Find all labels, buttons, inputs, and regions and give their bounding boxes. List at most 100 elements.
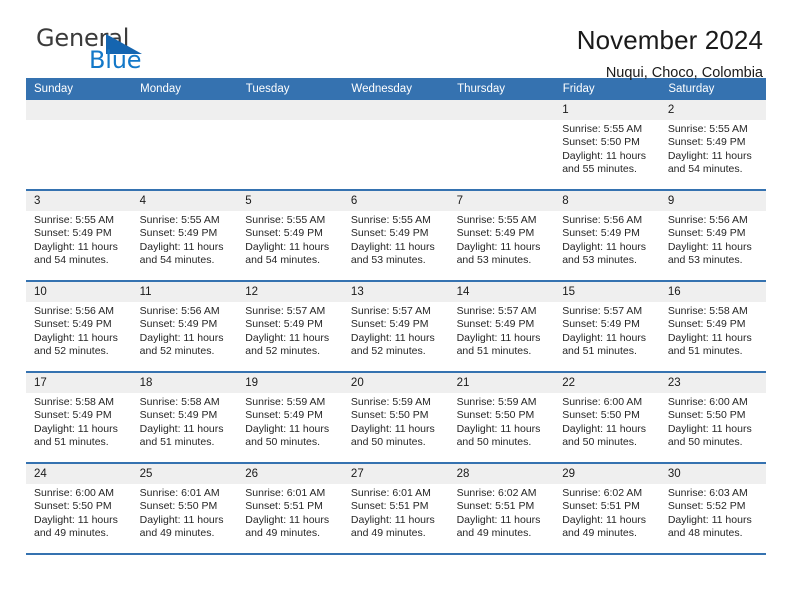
calendar-day-cell[interactable]: 16 Sunrise: 5:58 AM Sunset: 5:49 PM Dayligh… xyxy=(659,281,766,373)
day-sun-info: Sunrise: 5:59 AM Sunset: 5:49 PM Daylight:… xyxy=(237,393,343,450)
day-number: 24 xyxy=(26,464,132,484)
calendar-day-cell[interactable]: 6 Sunrise: 5:55 AM Sunset: 5:49 PM Daylight… xyxy=(342,190,449,282)
day-cell-inner: 1 Sunrise: 5:55 AM Sunset: 5:50 PM Daylight… xyxy=(554,100,660,189)
calendar-day-cell[interactable]: 23 Sunrise: 6:00 AM Sunset: 5:50 PM Dayligh… xyxy=(659,372,766,464)
day-number: 19 xyxy=(237,373,343,393)
day-number: 2 xyxy=(659,100,766,120)
sunrise-text: Sunrise: 5:55 AM xyxy=(34,214,114,226)
calendar-day-cell[interactable]: 24 Sunrise: 6:00 AM Sunset: 5:50 PM Dayligh… xyxy=(26,463,132,555)
daylight-text-line2: and 52 minutes. xyxy=(34,345,109,358)
calendar-day-cell[interactable]: 17 Sunrise: 5:58 AM Sunset: 5:49 PM Dayligh… xyxy=(26,372,132,464)
day-cell-inner: 17 Sunrise: 5:58 AM Sunset: 5:49 PM Dayligh… xyxy=(26,373,132,462)
sunrise-text: Sunrise: 5:58 AM xyxy=(667,305,748,317)
daylight-text-line2: and 49 minutes. xyxy=(139,527,215,540)
daylight-text-line2: and 52 minutes. xyxy=(350,345,426,358)
daylight-text-line1: Daylight: 11 hours xyxy=(245,331,330,344)
calendar-week-row: 1 Sunrise: 5:55 AM Sunset: 5:50 PM Daylight… xyxy=(26,100,766,191)
calendar-day-cell[interactable]: 13 Sunrise: 5:57 AM Sunset: 5:49 PM Dayligh… xyxy=(342,281,449,373)
day-cell-inner: 11 Sunrise: 5:56 AM Sunset: 5:49 PM Dayligh… xyxy=(131,282,238,371)
calendar-day-cell[interactable]: 15 Sunrise: 5:57 AM Sunset: 5:49 PM Dayligh… xyxy=(554,281,660,373)
calendar-day-cell[interactable]: 7 Sunrise: 5:55 AM Sunset: 5:49 PM Daylight… xyxy=(448,190,555,282)
day-sun-info: Sunrise: 5:59 AM Sunset: 5:50 PM Daylight:… xyxy=(343,393,449,450)
day-sun-info: Sunrise: 6:02 AM Sunset: 5:51 PM Daylight:… xyxy=(554,484,660,541)
day-cell-inner: 19 Sunrise: 5:59 AM Sunset: 5:49 PM Dayligh… xyxy=(237,373,343,462)
daylight-text-line1: Daylight: 11 hours xyxy=(562,240,647,253)
daylight-text-line1: Daylight: 11 hours xyxy=(456,331,541,344)
calendar-day-cell[interactable]: 22 Sunrise: 6:00 AM Sunset: 5:50 PM Dayligh… xyxy=(554,372,660,464)
calendar-week-row: 17 Sunrise: 5:58 AM Sunset: 5:49 PM Dayligh… xyxy=(26,372,766,464)
day-cell-inner: 8 Sunrise: 5:56 AM Sunset: 5:49 PM Daylight… xyxy=(554,191,660,280)
day-sun-info: Sunrise: 5:55 AM Sunset: 5:49 PM Daylight:… xyxy=(660,120,766,177)
day-cell-inner: 24 Sunrise: 6:00 AM Sunset: 5:50 PM Dayligh… xyxy=(26,464,132,553)
sunset-text: Sunset: 5:49 PM xyxy=(34,409,112,422)
day-number: 23 xyxy=(659,373,766,393)
sunrise-text: Sunrise: 5:56 AM xyxy=(34,305,114,317)
day-sun-info: Sunrise: 6:01 AM Sunset: 5:51 PM Daylight:… xyxy=(237,484,343,541)
calendar-day-cell xyxy=(342,100,449,191)
day-sun-info: Sunrise: 5:56 AM Sunset: 5:49 PM Daylight:… xyxy=(26,302,132,359)
day-number: 25 xyxy=(131,464,238,484)
daylight-text-line2: and 49 minutes. xyxy=(34,527,109,540)
sunset-text: Sunset: 5:49 PM xyxy=(245,227,323,240)
calendar-day-cell[interactable]: 20 Sunrise: 5:59 AM Sunset: 5:50 PM Dayligh… xyxy=(342,372,449,464)
day-number xyxy=(237,100,343,120)
sunrise-text: Sunrise: 5:59 AM xyxy=(456,396,537,408)
calendar-day-cell[interactable]: 21 Sunrise: 5:59 AM Sunset: 5:50 PM Dayligh… xyxy=(448,372,555,464)
day-number: 10 xyxy=(26,282,132,302)
calendar-week-row: 3 Sunrise: 5:55 AM Sunset: 5:49 PM Daylight… xyxy=(26,190,766,282)
day-number xyxy=(131,100,238,120)
calendar-day-cell[interactable]: 9 Sunrise: 5:56 AM Sunset: 5:49 PM Daylight… xyxy=(659,190,766,282)
daylight-text-line1: Daylight: 11 hours xyxy=(34,513,118,526)
calendar-day-cell[interactable]: 8 Sunrise: 5:56 AM Sunset: 5:49 PM Daylight… xyxy=(554,190,660,282)
day-cell-inner: 5 Sunrise: 5:55 AM Sunset: 5:49 PM Daylight… xyxy=(237,191,343,280)
calendar-day-cell[interactable]: 29 Sunrise: 6:02 AM Sunset: 5:51 PM Dayligh… xyxy=(554,463,660,555)
day-cell-inner: 28 Sunrise: 6:02 AM Sunset: 5:51 PM Dayligh… xyxy=(448,464,555,553)
brand-logo[interactable]: General Blue xyxy=(26,26,176,74)
sunset-text: Sunset: 5:49 PM xyxy=(139,318,218,331)
calendar-day-cell[interactable]: 28 Sunrise: 6:02 AM Sunset: 5:51 PM Dayligh… xyxy=(448,463,555,555)
day-cell-inner: 26 Sunrise: 6:01 AM Sunset: 5:51 PM Dayligh… xyxy=(237,464,343,553)
sunrise-text: Sunrise: 6:02 AM xyxy=(456,487,537,499)
calendar-day-cell[interactable]: 3 Sunrise: 5:55 AM Sunset: 5:49 PM Daylight… xyxy=(26,190,132,282)
daylight-text-line1: Daylight: 11 hours xyxy=(139,513,224,526)
weekday-header-monday: Monday xyxy=(131,78,238,100)
day-number xyxy=(342,100,449,120)
day-sun-info: Sunrise: 6:00 AM Sunset: 5:50 PM Daylight:… xyxy=(660,393,766,450)
calendar-day-cell[interactable]: 4 Sunrise: 5:55 AM Sunset: 5:49 PM Daylight… xyxy=(131,190,238,282)
day-sun-info: Sunrise: 5:59 AM Sunset: 5:50 PM Daylight:… xyxy=(449,393,555,450)
calendar-day-cell[interactable]: 14 Sunrise: 5:57 AM Sunset: 5:49 PM Dayligh… xyxy=(448,281,555,373)
day-sun-info: Sunrise: 5:55 AM Sunset: 5:49 PM Daylight:… xyxy=(237,211,343,268)
day-cell-inner: 30 Sunrise: 6:03 AM Sunset: 5:52 PM Dayligh… xyxy=(659,464,766,553)
calendar-day-cell[interactable]: 26 Sunrise: 6:01 AM Sunset: 5:51 PM Dayligh… xyxy=(237,463,343,555)
sunrise-text: Sunrise: 5:57 AM xyxy=(245,305,326,317)
calendar-day-cell[interactable]: 30 Sunrise: 6:03 AM Sunset: 5:52 PM Dayligh… xyxy=(659,463,766,555)
day-number: 28 xyxy=(448,464,555,484)
weekday-header-tuesday: Tuesday xyxy=(237,78,344,100)
daylight-text-line2: and 51 minutes. xyxy=(139,436,215,449)
daylight-text-line1: Daylight: 11 hours xyxy=(350,331,435,344)
day-sun-info: Sunrise: 5:57 AM Sunset: 5:49 PM Daylight:… xyxy=(449,302,555,359)
calendar-day-cell[interactable]: 5 Sunrise: 5:55 AM Sunset: 5:49 PM Daylight… xyxy=(237,190,343,282)
day-number: 9 xyxy=(659,191,766,211)
day-number: 18 xyxy=(131,373,238,393)
calendar-day-cell[interactable]: 2 Sunrise: 5:55 AM Sunset: 5:49 PM Daylight… xyxy=(659,100,766,191)
sunrise-text: Sunrise: 6:00 AM xyxy=(667,396,748,408)
daylight-text-line1: Daylight: 11 hours xyxy=(139,331,224,344)
sunrise-text: Sunrise: 5:55 AM xyxy=(456,214,537,226)
day-sun-info: Sunrise: 6:02 AM Sunset: 5:51 PM Daylight:… xyxy=(449,484,555,541)
calendar-day-cell[interactable]: 10 Sunrise: 5:56 AM Sunset: 5:49 PM Dayligh… xyxy=(26,281,132,373)
sunrise-text: Sunrise: 6:01 AM xyxy=(139,487,220,499)
day-number: 22 xyxy=(554,373,660,393)
page-title: November 2024 xyxy=(576,25,763,55)
calendar-day-cell[interactable]: 1 Sunrise: 5:55 AM Sunset: 5:50 PM Daylight… xyxy=(554,100,660,191)
calendar-day-cell[interactable]: 12 Sunrise: 5:57 AM Sunset: 5:49 PM Dayligh… xyxy=(237,281,343,373)
calendar-day-cell[interactable]: 11 Sunrise: 5:56 AM Sunset: 5:49 PM Dayligh… xyxy=(131,281,238,373)
calendar-day-cell[interactable]: 27 Sunrise: 6:01 AM Sunset: 5:51 PM Dayligh… xyxy=(342,463,449,555)
day-number: 30 xyxy=(659,464,766,484)
calendar-day-cell[interactable]: 18 Sunrise: 5:58 AM Sunset: 5:49 PM Dayligh… xyxy=(131,372,238,464)
calendar-day-cell xyxy=(237,100,343,191)
calendar-day-cell[interactable]: 25 Sunrise: 6:01 AM Sunset: 5:50 PM Dayligh… xyxy=(131,463,238,555)
calendar-body: 1 Sunrise: 5:55 AM Sunset: 5:50 PM Daylight… xyxy=(26,100,766,555)
weekday-header-thursday: Thursday xyxy=(448,78,555,100)
calendar-day-cell[interactable]: 19 Sunrise: 5:59 AM Sunset: 5:49 PM Dayligh… xyxy=(237,372,343,464)
